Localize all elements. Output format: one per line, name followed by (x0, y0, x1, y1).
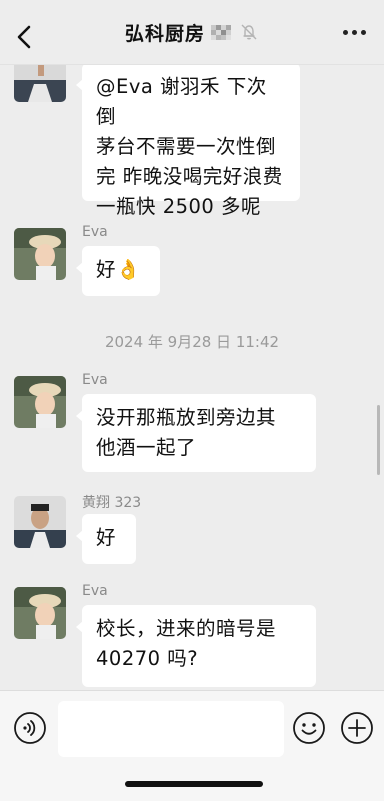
more-button[interactable] (343, 30, 366, 35)
plus-icon (341, 712, 373, 744)
sender-name: Eva (82, 372, 108, 388)
sender-name: Eva (82, 583, 108, 599)
more-dots-icon (343, 30, 348, 35)
back-button[interactable] (10, 22, 40, 52)
avatar[interactable] (14, 376, 66, 428)
bell-muted-icon (241, 24, 257, 40)
scrollbar[interactable] (377, 405, 380, 475)
message-bubble[interactable]: 好👌 (76, 246, 160, 296)
voice-button[interactable] (13, 711, 47, 745)
plus-button[interactable] (340, 711, 374, 745)
emoji-icon (293, 712, 325, 744)
message-list[interactable]: @Eva 谢羽禾 下次倒 茅台不需要一次性倒 完 昨晚没喝完好浪费 一瓶快 25… (0, 65, 384, 690)
timestamp: 2024 年 9月28 日 11:42 (104, 333, 280, 351)
blurred-count (211, 25, 233, 40)
chat-title: 弘科厨房 (124, 22, 205, 45)
title-group: 弘科厨房 (125, 19, 259, 46)
message-bubble[interactable]: 好 (76, 514, 136, 564)
sender-name: Eva (82, 224, 108, 240)
avatar[interactable] (14, 65, 66, 102)
avatar[interactable] (14, 228, 66, 280)
chat-header: 弘科厨房 (0, 0, 384, 65)
avatar[interactable] (14, 587, 66, 639)
chevron-left-icon (17, 25, 31, 49)
message-bubble[interactable]: 没开那瓶放到旁边其 他酒一起了 (76, 394, 316, 472)
avatar[interactable] (14, 496, 66, 548)
voice-icon (14, 712, 46, 744)
emoji-button[interactable] (292, 711, 326, 745)
message-input[interactable] (58, 701, 284, 757)
sender-name: 黄翔 323 (82, 495, 142, 511)
home-indicator[interactable] (125, 781, 263, 787)
message-bubble[interactable]: @Eva 谢羽禾 下次倒 茅台不需要一次性倒 完 昨晚没喝完好浪费 一瓶快 25… (76, 65, 300, 218)
message-bubble[interactable]: 校长，进来的暗号是 40270 吗? (76, 605, 316, 687)
